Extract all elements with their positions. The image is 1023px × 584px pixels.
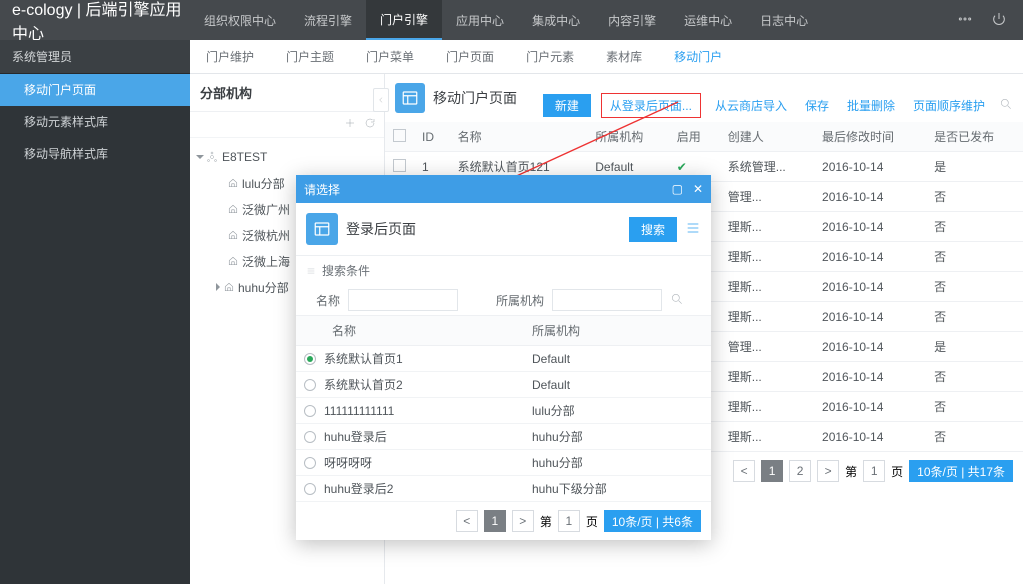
pager-label: 页 — [586, 513, 598, 530]
modal-header[interactable]: 请选择 ▢ ✕ — [296, 175, 711, 203]
modal-row[interactable]: 系统默认首页1Default — [296, 346, 711, 372]
modal-row[interactable]: huhu登录后huhu分部 — [296, 424, 711, 450]
pager-jump-input[interactable]: 1 — [558, 510, 580, 532]
modal-row[interactable]: huhu登录后2huhu下级分部 — [296, 476, 711, 502]
row-radio[interactable] — [304, 457, 316, 469]
org-search-icon[interactable] — [670, 292, 684, 309]
row-radio[interactable] — [304, 379, 316, 391]
pager-info: 10条/页 | 共6条 — [604, 510, 701, 532]
modal-row[interactable]: 111111111111lulu分部 — [296, 398, 711, 424]
row-radio[interactable] — [304, 431, 316, 443]
modal-backdrop: 请选择 ▢ ✕ 登录后页面 搜索 搜索条件 名称 所属机构 名称 所属机构 系统… — [0, 0, 1023, 584]
modal-table-header: 名称 所属机构 — [296, 315, 711, 346]
modal-row[interactable]: 呀呀呀呀huhu分部 — [296, 450, 711, 476]
maximize-icon[interactable]: ▢ — [672, 182, 683, 196]
modal-rows: 系统默认首页1Default系统默认首页2Default111111111111… — [296, 346, 711, 502]
name-filter-input[interactable] — [348, 289, 458, 311]
select-modal: 请选择 ▢ ✕ 登录后页面 搜索 搜索条件 名称 所属机构 名称 所属机构 系统… — [296, 175, 711, 540]
modal-title: 登录后页面 — [346, 219, 629, 239]
filter-row: 名称 所属机构 — [296, 285, 711, 315]
pager-prev[interactable]: < — [456, 510, 478, 532]
modal-title-bar: 请选择 — [304, 181, 340, 198]
list-view-icon[interactable] — [677, 220, 701, 239]
search-conditions[interactable]: 搜索条件 — [296, 255, 711, 285]
modal-page-icon — [306, 213, 338, 245]
name-filter-label: 名称 — [306, 292, 340, 309]
modal-search-button[interactable]: 搜索 — [629, 217, 677, 242]
row-radio[interactable] — [304, 483, 316, 495]
modal-pager: <1>第1页10条/页 | 共6条 — [296, 502, 711, 540]
row-radio[interactable] — [304, 353, 316, 365]
pager-next[interactable]: > — [512, 510, 534, 532]
org-filter-label: 所属机构 — [496, 292, 544, 309]
col-org: 所属机构 — [524, 316, 588, 345]
col-name: 名称 — [324, 316, 524, 345]
pager-page[interactable]: 1 — [484, 510, 506, 532]
org-filter-input[interactable] — [552, 289, 662, 311]
cond-label: 搜索条件 — [322, 262, 370, 279]
row-radio[interactable] — [304, 405, 316, 417]
pager-label: 第 — [540, 513, 552, 530]
modal-row[interactable]: 系统默认首页2Default — [296, 372, 711, 398]
close-icon[interactable]: ✕ — [693, 182, 703, 196]
